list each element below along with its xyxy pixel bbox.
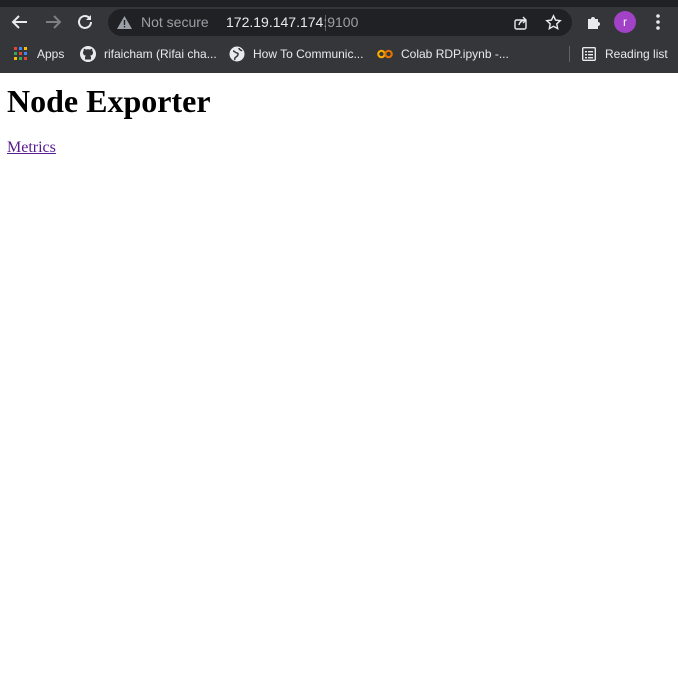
forward-button[interactable] [41, 10, 65, 34]
security-label[interactable]: Not secure [141, 14, 209, 30]
colab-icon [377, 46, 393, 62]
bookmark-label: Apps [37, 47, 65, 61]
browser-toolbar: Not secure 172.19.147.174:9100 r [0, 7, 678, 38]
browser-chrome: Not secure 172.19.147.174:9100 r Apps ri… [0, 0, 678, 73]
bookmarks-bar: Apps rifaicham (Rifai cha... How To Comm… [0, 40, 678, 68]
warning-icon [117, 16, 132, 29]
bookmark-label: How To Communic... [253, 47, 364, 61]
apps-grid-icon [13, 46, 29, 62]
reload-icon [78, 14, 92, 29]
reading-list-label: Reading list [605, 47, 668, 61]
metrics-link[interactable]: Metrics [7, 139, 56, 157]
kebab-menu-icon [656, 14, 660, 30]
forward-arrow-icon [46, 15, 62, 29]
url-port: :9100 [323, 14, 359, 30]
reload-button[interactable] [73, 10, 97, 34]
extensions-button[interactable] [582, 10, 606, 34]
back-button[interactable] [8, 10, 32, 34]
globe-icon [229, 46, 245, 62]
bookmark-star-icon[interactable] [545, 14, 562, 31]
bookmark-how-to-communicate[interactable]: How To Communic... [229, 40, 363, 68]
page-title: Node Exporter [7, 83, 211, 119]
github-icon [80, 46, 96, 62]
back-arrow-icon [11, 15, 27, 29]
page-content: Node Exporter Metrics [0, 73, 678, 673]
bookmarks-divider [569, 46, 570, 62]
bookmark-github[interactable]: rifaicham (Rifai cha... [80, 40, 217, 68]
bookmark-apps[interactable]: Apps [13, 40, 64, 68]
bookmark-label: Colab RDP.ipynb -... [401, 47, 509, 61]
address-bar[interactable]: Not secure 172.19.147.174:9100 [108, 9, 572, 36]
url-host: 172.19.147.174 [226, 14, 324, 30]
menu-button[interactable] [646, 10, 670, 34]
profile-avatar[interactable]: r [614, 11, 636, 33]
share-icon[interactable] [513, 15, 529, 31]
url-text[interactable]: 172.19.147.174:9100 [226, 14, 358, 30]
puzzle-icon [587, 16, 600, 29]
bookmark-colab-rdp[interactable]: Colab RDP.ipynb -... [377, 40, 509, 68]
tab-strip [0, 0, 678, 7]
reading-list-button[interactable]: Reading list [581, 40, 668, 68]
bookmark-label: rifaicham (Rifai cha... [104, 47, 217, 61]
reading-list-icon [581, 46, 597, 62]
